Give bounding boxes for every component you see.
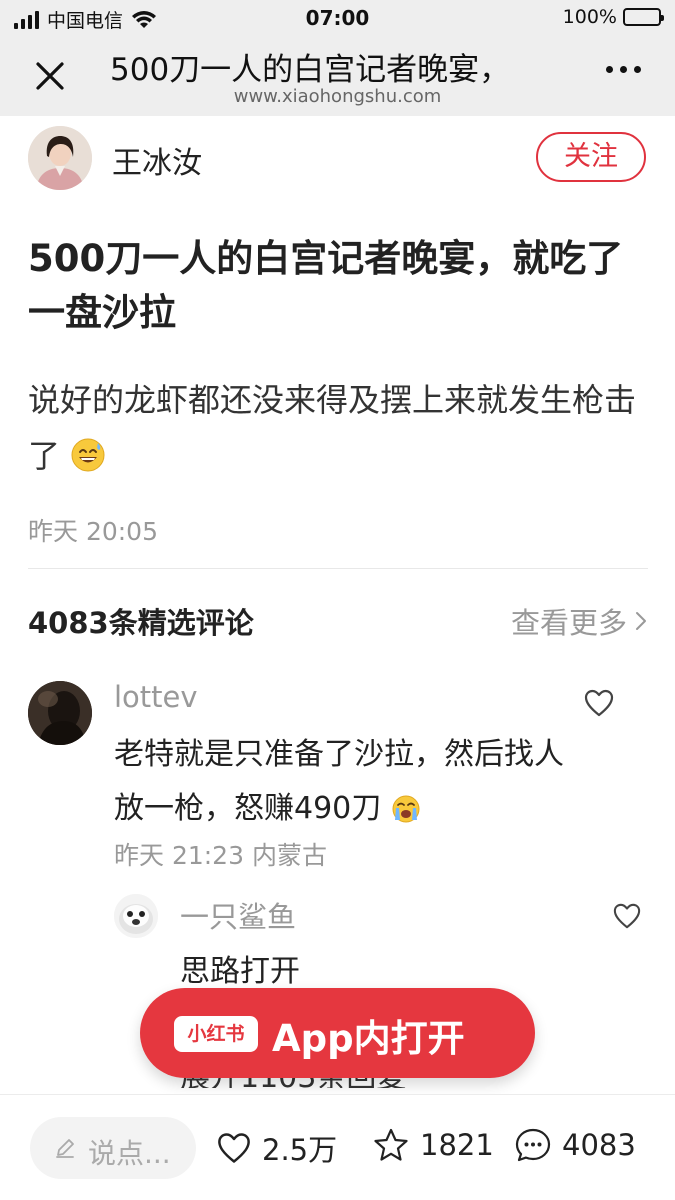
xiaohongshu-post-page: 中国电信 07:00 100% 500刀一人的白宫记者晚宴， www.xiaoh… [0, 0, 675, 1200]
grin-sweat-emoji-icon [71, 438, 105, 472]
status-right: 100% [562, 6, 664, 28]
battery-icon [623, 8, 664, 26]
comment-avatar[interactable] [28, 681, 92, 745]
status-bar: 中国电信 07:00 100% [0, 0, 675, 36]
page-url: www.xiaohongshu.com [233, 86, 442, 107]
comment-text: 老特就是只准备了沙拉，然后找人放一枪，怒赚490刀 [114, 728, 574, 836]
comment-input-placeholder: 说点... [88, 1137, 171, 1170]
chevron-right-icon [636, 612, 646, 630]
comment-count: 4083 [562, 1128, 636, 1162]
star-icon [374, 1128, 408, 1161]
divider [28, 568, 648, 569]
view-more-link[interactable]: 查看更多 [511, 600, 647, 642]
heart-icon[interactable] [612, 902, 642, 930]
pencil-icon [56, 1139, 74, 1158]
reply-text: 思路打开 [180, 954, 300, 989]
collect-count: 1821 [420, 1128, 494, 1162]
comment-input[interactable]: 说点... [30, 1117, 196, 1179]
bottom-action-bar: 说点... 2.5万 1821 4083 [0, 1094, 675, 1200]
post-body-text: 说好的龙虾都还没来得及摆上来就发生枪击了 [28, 381, 637, 475]
comment-text-content: 老特就是只准备了沙拉，然后找人放一枪，怒赚490刀 [114, 737, 564, 826]
battery-percent: 100% [562, 6, 617, 28]
more-icon[interactable] [606, 66, 641, 73]
follow-button[interactable]: 关注 [536, 132, 646, 182]
like-button[interactable]: 2.5万 [216, 1127, 337, 1169]
avatar[interactable] [28, 126, 92, 190]
comment-bubble-icon [515, 1128, 551, 1162]
crying-emoji-icon [392, 795, 420, 823]
nav-bar: 500刀一人的白宫记者晚宴， www.xiaohongshu.com [0, 36, 675, 116]
post-timestamp: 昨天 20:05 [28, 517, 158, 546]
open-in-app-label: App内打开 [272, 1017, 465, 1060]
comment-username[interactable]: lottev [114, 680, 198, 714]
reply-avatar[interactable] [114, 894, 158, 938]
reply-username[interactable]: 一只鲨鱼 [180, 894, 296, 936]
comments-count-header: 4083条精选评论 [28, 606, 254, 640]
comment-button[interactable]: 4083 [514, 1127, 636, 1163]
open-in-app-button[interactable]: 小红书 App内打开 [140, 988, 535, 1078]
post-title: 500刀一人的白宫记者晚宴，就吃了一盘沙拉 [28, 237, 624, 334]
author-row: 王冰汝 关注 [28, 126, 648, 190]
view-more-label: 查看更多 [510, 606, 627, 640]
heart-icon[interactable] [583, 688, 615, 718]
comment-meta: 昨天 21:23 内蒙古 [114, 841, 327, 870]
page-title: 500刀一人的白宫记者晚宴， [110, 52, 511, 88]
like-count: 2.5万 [262, 1133, 338, 1167]
xiaohongshu-logo: 小红书 [174, 1016, 258, 1052]
author-name[interactable]: 王冰汝 [112, 138, 202, 182]
browser-chrome: 中国电信 07:00 100% 500刀一人的白宫记者晚宴， www.xiaoh… [0, 0, 675, 116]
post-body: 说好的龙虾都还没来得及摆上来就发生枪击了 [28, 372, 648, 484]
heart-icon [218, 1133, 250, 1163]
collect-button[interactable]: 1821 [372, 1127, 494, 1163]
